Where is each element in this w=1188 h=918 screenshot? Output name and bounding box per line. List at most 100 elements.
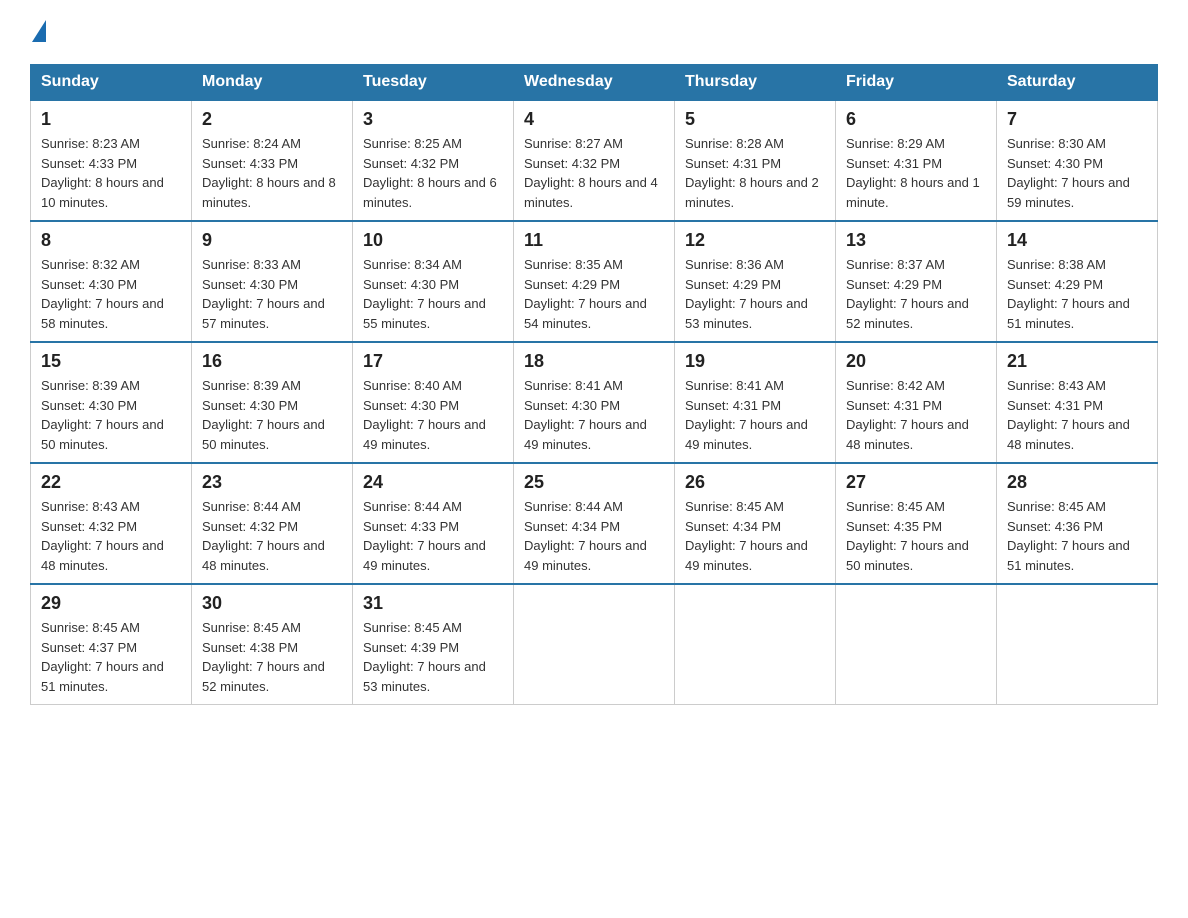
day-number: 18: [524, 351, 664, 372]
day-number: 24: [363, 472, 503, 493]
calendar-cell: 6 Sunrise: 8:29 AMSunset: 4:31 PMDayligh…: [836, 100, 997, 221]
calendar-week-row: 1 Sunrise: 8:23 AMSunset: 4:33 PMDayligh…: [31, 100, 1158, 221]
day-info: Sunrise: 8:32 AMSunset: 4:30 PMDaylight:…: [41, 257, 164, 331]
day-info: Sunrise: 8:40 AMSunset: 4:30 PMDaylight:…: [363, 378, 486, 452]
day-number: 7: [1007, 109, 1147, 130]
calendar-cell: 23 Sunrise: 8:44 AMSunset: 4:32 PMDaylig…: [192, 463, 353, 584]
day-number: 6: [846, 109, 986, 130]
day-number: 30: [202, 593, 342, 614]
day-number: 22: [41, 472, 181, 493]
calendar-cell: 13 Sunrise: 8:37 AMSunset: 4:29 PMDaylig…: [836, 221, 997, 342]
day-info: Sunrise: 8:38 AMSunset: 4:29 PMDaylight:…: [1007, 257, 1130, 331]
calendar-cell: 15 Sunrise: 8:39 AMSunset: 4:30 PMDaylig…: [31, 342, 192, 463]
day-info: Sunrise: 8:45 AMSunset: 4:39 PMDaylight:…: [363, 620, 486, 694]
day-info: Sunrise: 8:29 AMSunset: 4:31 PMDaylight:…: [846, 136, 980, 210]
calendar-cell: 2 Sunrise: 8:24 AMSunset: 4:33 PMDayligh…: [192, 100, 353, 221]
day-number: 19: [685, 351, 825, 372]
day-number: 10: [363, 230, 503, 251]
calendar-cell: 4 Sunrise: 8:27 AMSunset: 4:32 PMDayligh…: [514, 100, 675, 221]
day-number: 26: [685, 472, 825, 493]
logo: [30, 20, 46, 44]
day-info: Sunrise: 8:28 AMSunset: 4:31 PMDaylight:…: [685, 136, 819, 210]
calendar-cell: 26 Sunrise: 8:45 AMSunset: 4:34 PMDaylig…: [675, 463, 836, 584]
calendar-cell: 9 Sunrise: 8:33 AMSunset: 4:30 PMDayligh…: [192, 221, 353, 342]
logo-triangle-icon: [32, 20, 46, 42]
calendar-cell: 3 Sunrise: 8:25 AMSunset: 4:32 PMDayligh…: [353, 100, 514, 221]
day-info: Sunrise: 8:35 AMSunset: 4:29 PMDaylight:…: [524, 257, 647, 331]
weekday-header-tuesday: Tuesday: [353, 65, 514, 101]
weekday-header-thursday: Thursday: [675, 65, 836, 101]
calendar-cell: 24 Sunrise: 8:44 AMSunset: 4:33 PMDaylig…: [353, 463, 514, 584]
calendar-cell: 28 Sunrise: 8:45 AMSunset: 4:36 PMDaylig…: [997, 463, 1158, 584]
calendar-cell: 29 Sunrise: 8:45 AMSunset: 4:37 PMDaylig…: [31, 584, 192, 705]
calendar-cell: 1 Sunrise: 8:23 AMSunset: 4:33 PMDayligh…: [31, 100, 192, 221]
calendar-week-row: 29 Sunrise: 8:45 AMSunset: 4:37 PMDaylig…: [31, 584, 1158, 705]
calendar-cell: [836, 584, 997, 705]
day-number: 31: [363, 593, 503, 614]
weekday-header-monday: Monday: [192, 65, 353, 101]
weekday-header-friday: Friday: [836, 65, 997, 101]
weekday-header-saturday: Saturday: [997, 65, 1158, 101]
day-info: Sunrise: 8:37 AMSunset: 4:29 PMDaylight:…: [846, 257, 969, 331]
calendar-cell: 21 Sunrise: 8:43 AMSunset: 4:31 PMDaylig…: [997, 342, 1158, 463]
day-info: Sunrise: 8:34 AMSunset: 4:30 PMDaylight:…: [363, 257, 486, 331]
calendar-cell: 7 Sunrise: 8:30 AMSunset: 4:30 PMDayligh…: [997, 100, 1158, 221]
day-info: Sunrise: 8:25 AMSunset: 4:32 PMDaylight:…: [363, 136, 497, 210]
day-number: 23: [202, 472, 342, 493]
day-info: Sunrise: 8:24 AMSunset: 4:33 PMDaylight:…: [202, 136, 336, 210]
day-number: 4: [524, 109, 664, 130]
day-info: Sunrise: 8:45 AMSunset: 4:37 PMDaylight:…: [41, 620, 164, 694]
calendar-cell: 18 Sunrise: 8:41 AMSunset: 4:30 PMDaylig…: [514, 342, 675, 463]
day-info: Sunrise: 8:45 AMSunset: 4:34 PMDaylight:…: [685, 499, 808, 573]
day-number: 5: [685, 109, 825, 130]
calendar-cell: 25 Sunrise: 8:44 AMSunset: 4:34 PMDaylig…: [514, 463, 675, 584]
day-number: 1: [41, 109, 181, 130]
calendar-cell: [675, 584, 836, 705]
day-info: Sunrise: 8:42 AMSunset: 4:31 PMDaylight:…: [846, 378, 969, 452]
calendar-cell: 8 Sunrise: 8:32 AMSunset: 4:30 PMDayligh…: [31, 221, 192, 342]
day-info: Sunrise: 8:23 AMSunset: 4:33 PMDaylight:…: [41, 136, 164, 210]
calendar-cell: 17 Sunrise: 8:40 AMSunset: 4:30 PMDaylig…: [353, 342, 514, 463]
day-number: 16: [202, 351, 342, 372]
day-number: 13: [846, 230, 986, 251]
day-info: Sunrise: 8:30 AMSunset: 4:30 PMDaylight:…: [1007, 136, 1130, 210]
day-info: Sunrise: 8:44 AMSunset: 4:34 PMDaylight:…: [524, 499, 647, 573]
calendar-week-row: 22 Sunrise: 8:43 AMSunset: 4:32 PMDaylig…: [31, 463, 1158, 584]
day-info: Sunrise: 8:27 AMSunset: 4:32 PMDaylight:…: [524, 136, 658, 210]
calendar-cell: 16 Sunrise: 8:39 AMSunset: 4:30 PMDaylig…: [192, 342, 353, 463]
day-info: Sunrise: 8:43 AMSunset: 4:31 PMDaylight:…: [1007, 378, 1130, 452]
weekday-header-row: SundayMondayTuesdayWednesdayThursdayFrid…: [31, 65, 1158, 101]
weekday-header-sunday: Sunday: [31, 65, 192, 101]
day-number: 27: [846, 472, 986, 493]
day-info: Sunrise: 8:43 AMSunset: 4:32 PMDaylight:…: [41, 499, 164, 573]
calendar-cell: 30 Sunrise: 8:45 AMSunset: 4:38 PMDaylig…: [192, 584, 353, 705]
calendar-cell: [997, 584, 1158, 705]
day-info: Sunrise: 8:45 AMSunset: 4:35 PMDaylight:…: [846, 499, 969, 573]
day-number: 28: [1007, 472, 1147, 493]
calendar-cell: 27 Sunrise: 8:45 AMSunset: 4:35 PMDaylig…: [836, 463, 997, 584]
day-number: 29: [41, 593, 181, 614]
calendar-cell: 31 Sunrise: 8:45 AMSunset: 4:39 PMDaylig…: [353, 584, 514, 705]
day-info: Sunrise: 8:39 AMSunset: 4:30 PMDaylight:…: [202, 378, 325, 452]
calendar-week-row: 8 Sunrise: 8:32 AMSunset: 4:30 PMDayligh…: [31, 221, 1158, 342]
day-info: Sunrise: 8:39 AMSunset: 4:30 PMDaylight:…: [41, 378, 164, 452]
day-number: 3: [363, 109, 503, 130]
calendar-cell: 12 Sunrise: 8:36 AMSunset: 4:29 PMDaylig…: [675, 221, 836, 342]
day-info: Sunrise: 8:45 AMSunset: 4:36 PMDaylight:…: [1007, 499, 1130, 573]
day-number: 25: [524, 472, 664, 493]
calendar-cell: 11 Sunrise: 8:35 AMSunset: 4:29 PMDaylig…: [514, 221, 675, 342]
day-number: 8: [41, 230, 181, 251]
calendar-table: SundayMondayTuesdayWednesdayThursdayFrid…: [30, 64, 1158, 705]
day-info: Sunrise: 8:36 AMSunset: 4:29 PMDaylight:…: [685, 257, 808, 331]
day-info: Sunrise: 8:41 AMSunset: 4:31 PMDaylight:…: [685, 378, 808, 452]
calendar-week-row: 15 Sunrise: 8:39 AMSunset: 4:30 PMDaylig…: [31, 342, 1158, 463]
day-number: 17: [363, 351, 503, 372]
calendar-cell: 5 Sunrise: 8:28 AMSunset: 4:31 PMDayligh…: [675, 100, 836, 221]
day-info: Sunrise: 8:41 AMSunset: 4:30 PMDaylight:…: [524, 378, 647, 452]
day-number: 11: [524, 230, 664, 251]
day-number: 14: [1007, 230, 1147, 251]
day-number: 15: [41, 351, 181, 372]
day-number: 9: [202, 230, 342, 251]
calendar-cell: 19 Sunrise: 8:41 AMSunset: 4:31 PMDaylig…: [675, 342, 836, 463]
page-header: [30, 20, 1158, 44]
